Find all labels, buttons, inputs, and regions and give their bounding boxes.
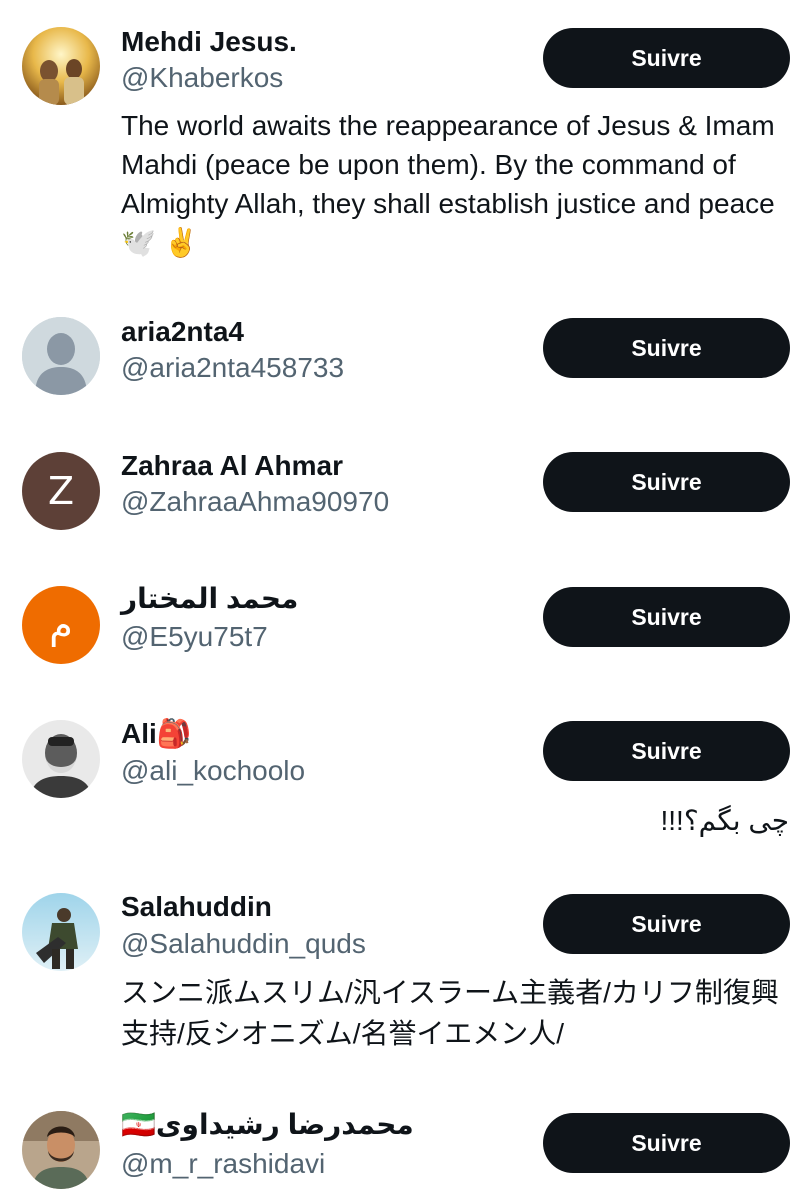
user-avatar[interactable] bbox=[22, 720, 100, 798]
user-avatar[interactable]: Z bbox=[22, 452, 100, 530]
user-display-name[interactable]: 🇮🇷محمدرضا رشیداوی bbox=[121, 1108, 414, 1142]
user-display-name[interactable]: Ali🎒 bbox=[121, 717, 192, 751]
user-row[interactable]: aria2nta4 @aria2nta458733 Suivre bbox=[0, 290, 807, 420]
user-handle[interactable]: @Khaberkos bbox=[121, 61, 283, 95]
user-avatar[interactable] bbox=[22, 27, 100, 105]
user-handle[interactable]: @E5yu75t7 bbox=[121, 620, 268, 654]
user-avatar[interactable] bbox=[22, 1111, 100, 1189]
user-display-name[interactable]: Mehdi Jesus. bbox=[121, 25, 297, 59]
user-display-name[interactable]: Zahraa Al Ahmar bbox=[121, 449, 343, 483]
user-bio: چی بگم؟!!! bbox=[660, 805, 789, 836]
user-avatar[interactable] bbox=[22, 317, 100, 395]
user-bio: The world awaits the reappearance of Jes… bbox=[121, 110, 775, 258]
user-handle[interactable]: @aria2nta458733 bbox=[121, 351, 344, 385]
user-display-name[interactable]: aria2nta4 bbox=[121, 315, 244, 349]
user-handle[interactable]: @ZahraaAhma90970 bbox=[121, 485, 389, 519]
user-bio: スンニ派ムスリム/汎イスラーム主義者/カリフ制復興支持/反シオニズム/名誉イエメ… bbox=[121, 977, 779, 1049]
follow-button[interactable]: Suivre bbox=[543, 452, 790, 512]
follow-button[interactable]: Suivre bbox=[543, 1113, 790, 1173]
default-avatar-icon bbox=[22, 317, 100, 395]
user-row[interactable]: Z Zahraa Al Ahmar @ZahraaAhma90970 Suivr… bbox=[0, 425, 807, 555]
user-row[interactable]: 🇮🇷محمدرضا رشیداوی @m_r_rashidavi Suivre bbox=[0, 1085, 807, 1200]
follow-button[interactable]: Suivre bbox=[543, 318, 790, 378]
follow-button[interactable]: Suivre bbox=[543, 587, 790, 647]
follow-button[interactable]: Suivre bbox=[543, 894, 790, 954]
user-handle[interactable]: @ali_kochoolo bbox=[121, 754, 305, 788]
user-avatar[interactable] bbox=[22, 893, 100, 971]
user-display-name[interactable]: محمد المختار bbox=[121, 582, 298, 616]
avatar-letter: Z bbox=[47, 469, 75, 513]
follow-button[interactable]: Suivre bbox=[543, 28, 790, 88]
user-display-name[interactable]: Salahuddin bbox=[121, 890, 272, 924]
user-row[interactable]: م محمد المختار @E5yu75t7 Suivre bbox=[0, 560, 807, 690]
user-row[interactable]: Salahuddin @Salahuddin_quds Suivre スンニ派ム… bbox=[0, 865, 807, 1095]
follow-button[interactable]: Suivre bbox=[543, 721, 790, 781]
user-row[interactable]: Ali🎒 @ali_kochoolo Suivre چی بگم؟!!! bbox=[0, 695, 807, 865]
portrait-photo-icon bbox=[22, 720, 100, 798]
user-handle[interactable]: @Salahuddin_quds bbox=[121, 927, 366, 961]
portrait-photo-icon bbox=[22, 27, 100, 105]
avatar-letter: م bbox=[49, 603, 73, 647]
portrait-photo-icon bbox=[22, 1111, 100, 1189]
portrait-photo-icon bbox=[22, 893, 100, 971]
user-avatar[interactable]: م bbox=[22, 586, 100, 664]
user-row[interactable]: Mehdi Jesus. @Khaberkos Suivre The world… bbox=[0, 0, 807, 290]
user-handle[interactable]: @m_r_rashidavi bbox=[121, 1147, 325, 1181]
